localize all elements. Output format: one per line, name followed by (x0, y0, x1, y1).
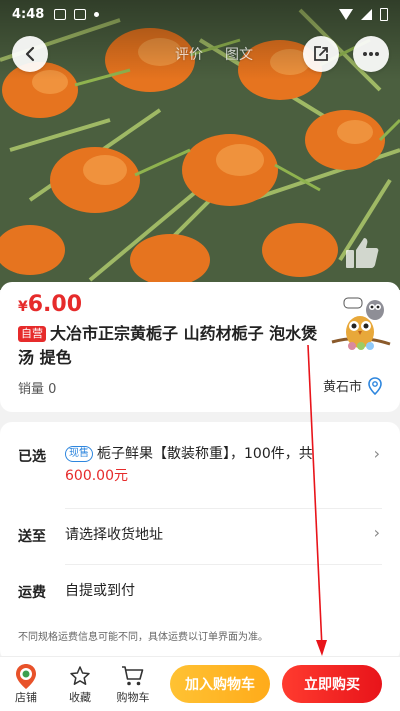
shipping-fee-value: 自提或到付 (65, 583, 135, 599)
product-title: 大冶市正宗黄栀子 山药材栀子 泡水煲汤 提色 (18, 324, 318, 367)
shipping-fee-label: 运费 (18, 585, 46, 601)
buy-now-button[interactable]: 立即购买 (282, 665, 382, 703)
selected-spec-value: 现售 栀子鲜果【散装称重】，100件，共 600.00元 (65, 443, 335, 487)
options-card: 已选 现售 栀子鲜果【散装称重】，100件，共 600.00元 › 送至 请选择收… (0, 422, 400, 662)
owl-mascot-icon[interactable] (330, 288, 392, 364)
shop-label: 店铺 (15, 691, 37, 704)
sales-count: 销量 0 (18, 382, 57, 397)
price: ¥6.00 (18, 292, 82, 317)
divider (65, 508, 382, 509)
chevron-right-icon: › (373, 523, 380, 542)
tab-reviews[interactable]: 评价 (175, 44, 203, 64)
more-button[interactable] (353, 36, 389, 72)
image-notification-icon (54, 8, 67, 20)
shop-button[interactable]: 店铺 (6, 663, 46, 705)
status-bar: 4:48 (0, 0, 400, 28)
back-button[interactable] (12, 36, 48, 72)
back-icon (25, 46, 35, 62)
cart-icon (122, 666, 144, 686)
cart-label: 购物车 (116, 691, 150, 704)
dot-notification-icon (94, 11, 100, 17)
tab-details[interactable]: 图文 (225, 44, 253, 64)
price-value: 6.00 (27, 292, 83, 317)
ship-to-value: 请选择收货地址 (65, 527, 163, 543)
location[interactable]: 黄石市 (323, 376, 382, 395)
share-button[interactable] (303, 36, 339, 72)
divider (65, 564, 382, 565)
favorite-label: 收藏 (69, 691, 91, 704)
star-icon (70, 666, 90, 685)
gallery-notification-icon (74, 8, 87, 20)
chevron-right-icon: › (373, 444, 380, 463)
selected-spec-total: 600.00元 (65, 468, 128, 484)
self-operated-badge: 自营 (18, 326, 46, 342)
favorite-button[interactable]: 收藏 (60, 663, 100, 705)
product-title-block: 自营 大冶市正宗黄栀子 山药材栀子 泡水煲汤 提色 (18, 322, 318, 370)
cellular-signal-icon (361, 8, 372, 20)
bottom-action-bar: 店铺 收藏 购物车 加入购物车 立即购买 (0, 656, 400, 711)
ship-to-label: 送至 (18, 529, 46, 545)
location-pin-icon (368, 376, 382, 395)
share-icon (314, 46, 328, 61)
shop-icon (16, 664, 36, 689)
product-info-card: ¥6.00 自营 大冶市正宗黄栀子 山药材栀子 泡水煲汤 提色 销量 0 黄石市 (0, 282, 400, 412)
in-stock-tag: 现售 (65, 446, 93, 462)
more-icon (363, 52, 379, 56)
add-to-cart-button[interactable]: 加入购物车 (170, 665, 270, 703)
battery-icon (380, 7, 388, 21)
selected-spec-text: 栀子鲜果【散装称重】，100件，共 (97, 446, 313, 462)
selected-spec-label: 已选 (18, 449, 46, 465)
price-currency: ¥ (18, 299, 28, 315)
thumbs-up-icon[interactable] (342, 232, 382, 276)
shipping-note: 不同规格运费信息可能不同，具体运费以订单界面为准。 (18, 632, 268, 643)
header-tabs: 评价 图文 (175, 44, 253, 64)
status-time: 4:48 (12, 6, 45, 22)
cart-button[interactable]: 购物车 (113, 663, 153, 705)
wifi-icon (339, 8, 353, 20)
location-city: 黄石市 (322, 380, 362, 395)
